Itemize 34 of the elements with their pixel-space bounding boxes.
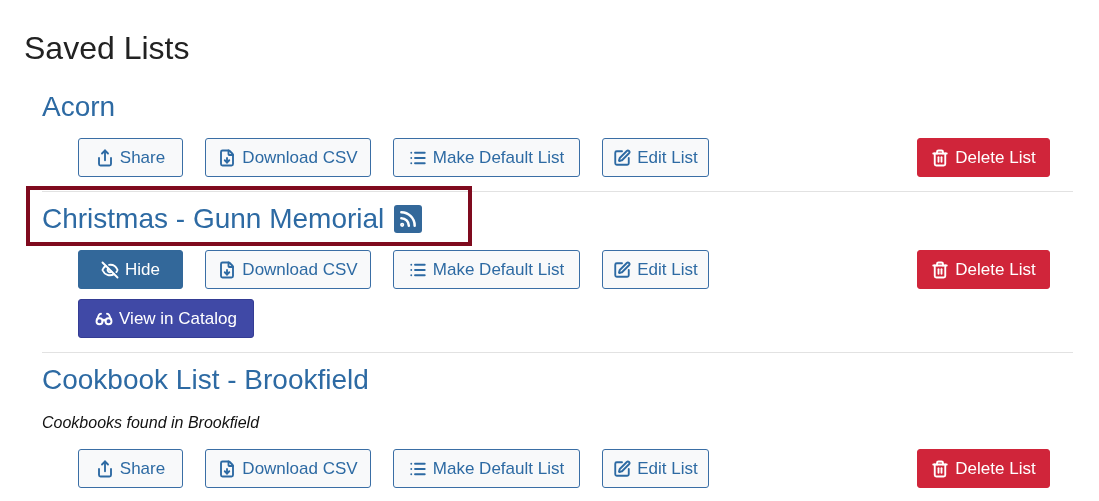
eye-off-icon (101, 260, 119, 279)
trash-icon (931, 260, 950, 279)
trash-icon (931, 148, 950, 167)
file-download-icon (218, 459, 237, 478)
download-button[interactable]: Download CSV (205, 449, 371, 488)
share-icon (95, 148, 114, 167)
download-button[interactable]: Download CSV (205, 138, 371, 177)
edit-button[interactable]: Edit List (602, 138, 709, 177)
file-download-icon (218, 260, 237, 279)
share-button[interactable]: Share (78, 138, 183, 177)
page-title: Saved Lists (24, 29, 191, 68)
download-button[interactable]: Download CSV (205, 250, 371, 289)
share-button[interactable]: Share (78, 449, 183, 488)
default-button[interactable]: Make Default List (393, 250, 580, 289)
delete-button[interactable]: Delete List (917, 250, 1050, 289)
default-button[interactable]: Make Default List (393, 138, 580, 177)
delete-button[interactable]: Delete List (917, 449, 1050, 488)
list-title[interactable]: Cookbook List - Brookfield (42, 359, 369, 401)
delete-button[interactable]: Delete List (917, 138, 1050, 177)
edit-icon (613, 260, 632, 279)
list-description: Cookbooks found in Brookfield (42, 413, 261, 433)
default-button[interactable]: Make Default List (393, 449, 580, 488)
list-title[interactable]: Christmas - Gunn Memorial (42, 198, 385, 240)
hide-button[interactable]: Hide (78, 250, 183, 289)
catalog-button[interactable]: View in Catalog (78, 299, 254, 338)
edit-button[interactable]: Edit List (602, 449, 709, 488)
rss-icon[interactable] (394, 205, 423, 233)
trash-icon (931, 459, 950, 478)
share-icon (95, 459, 114, 478)
file-download-icon (218, 148, 237, 167)
edit-icon (613, 148, 632, 167)
edit-button[interactable]: Edit List (602, 250, 709, 289)
list-title[interactable]: Acorn (42, 86, 116, 128)
edit-icon (613, 459, 632, 478)
